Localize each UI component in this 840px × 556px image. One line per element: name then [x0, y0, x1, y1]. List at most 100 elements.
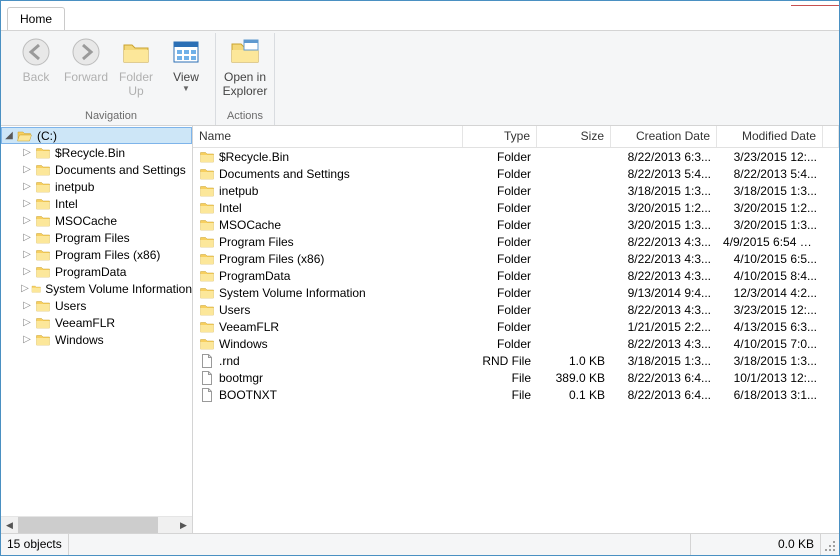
file-modified-date: 4/10/2015 7:0...	[717, 337, 823, 351]
tree-expander-icon[interactable]: ▷	[21, 300, 33, 311]
list-item[interactable]: UsersFolder8/22/2013 4:3...3/23/2015 12:…	[193, 301, 839, 318]
tree-item[interactable]: ▷VeeamFLR	[1, 314, 192, 331]
tree-item[interactable]: ▷MSOCache	[1, 212, 192, 229]
tree-item[interactable]: ▷ProgramData	[1, 263, 192, 280]
tree-item-label: Users	[53, 299, 86, 313]
file-type: Folder	[463, 303, 537, 317]
tree-expander-icon[interactable]: ▷	[21, 334, 33, 345]
file-name: Intel	[219, 201, 242, 215]
file-type: Folder	[463, 269, 537, 283]
scroll-track[interactable]	[18, 517, 175, 533]
file-type: Folder	[463, 201, 537, 215]
file-creation-date: 3/18/2015 1:3...	[611, 184, 717, 198]
file-icon	[199, 387, 215, 403]
file-creation-date: 1/21/2015 2:2...	[611, 320, 717, 334]
file-name: Program Files	[219, 235, 294, 249]
status-object-count: 15 objects	[1, 534, 69, 555]
folder-icon	[199, 200, 215, 216]
list-item[interactable]: System Volume InformationFolder9/13/2014…	[193, 284, 839, 301]
folder-tree[interactable]: ◢(C:) ▷ $Recycle.Bin ▷ Documents and Setting…	[1, 126, 192, 349]
folder-up-button[interactable]: Folder Up	[111, 33, 161, 108]
tree-expander-icon[interactable]: ▷	[21, 164, 33, 175]
tree-expander-icon[interactable]: ▷	[21, 181, 33, 192]
tree-item[interactable]: ▷ Documents and Settings	[1, 161, 192, 178]
tree-expander-icon[interactable]: ▷	[21, 317, 33, 328]
forward-button[interactable]: Forward	[61, 33, 111, 108]
tree-expander-icon[interactable]: ▷	[21, 198, 33, 209]
list-item[interactable]: MSOCacheFolder3/20/2015 1:3...3/20/2015 …	[193, 216, 839, 233]
resize-grip[interactable]	[821, 534, 839, 555]
tree-item-label: Documents and Settings	[53, 163, 186, 177]
folder-icon	[199, 336, 215, 352]
view-button[interactable]: View ▼	[161, 33, 211, 108]
scroll-right-button[interactable]: ▶	[175, 517, 192, 533]
tree-item[interactable]: ▷ System Volume Information	[1, 280, 192, 297]
scroll-thumb[interactable]	[18, 517, 158, 533]
tree-item[interactable]: ▷inetpub	[1, 178, 192, 195]
column-header-modified-date[interactable]: Modified Date	[717, 126, 823, 147]
tree-expander-icon[interactable]: ▷	[21, 147, 33, 158]
column-header-type[interactable]: Type	[463, 126, 537, 147]
tree-root[interactable]: ◢(C:)	[1, 127, 192, 144]
folder-icon	[35, 179, 51, 195]
list-item[interactable]: $Recycle.BinFolder8/22/2013 6:3...3/23/2…	[193, 148, 839, 165]
back-label: Back	[23, 70, 50, 84]
list-item[interactable]: BOOTNXTFile0.1 KB8/22/2013 6:4...6/18/20…	[193, 386, 839, 403]
folder-icon	[199, 302, 215, 318]
tree-expander-icon[interactable]: ▷	[21, 232, 33, 243]
back-button[interactable]: Back	[11, 33, 61, 108]
tree-expander-icon[interactable]: ▷	[21, 249, 33, 260]
tree-item[interactable]: ▷Program Files (x86)	[1, 246, 192, 263]
file-name: .rnd	[219, 354, 240, 368]
list-item[interactable]: inetpubFolder3/18/2015 1:3...3/18/2015 1…	[193, 182, 839, 199]
folder-icon	[35, 145, 51, 161]
status-spacer	[69, 534, 691, 555]
list-item[interactable]: .rndRND File1.0 KB3/18/2015 1:3...3/18/2…	[193, 352, 839, 369]
tree-item[interactable]: ▷Windows	[1, 331, 192, 348]
file-modified-date: 4/13/2015 6:3...	[717, 320, 823, 334]
column-header-size[interactable]: Size	[537, 126, 611, 147]
list-item[interactable]: Documents and SettingsFolder8/22/2013 5:…	[193, 165, 839, 182]
open-in-explorer-label-1: Open in	[224, 70, 266, 84]
file-modified-date: 3/20/2015 1:2...	[717, 201, 823, 215]
tree-item[interactable]: ▷ Users	[1, 297, 192, 314]
tree-expander-icon[interactable]: ▷	[21, 266, 33, 277]
folder-icon	[35, 213, 51, 229]
file-list[interactable]: $Recycle.BinFolder8/22/2013 6:3...3/23/2…	[193, 148, 839, 533]
tree-item-label: Intel	[53, 197, 78, 211]
list-item[interactable]: WindowsFolder8/22/2013 4:3...4/10/2015 7…	[193, 335, 839, 352]
file-name: MSOCache	[219, 218, 281, 232]
tree-expander-icon[interactable]: ◢	[3, 130, 15, 141]
column-header-creation-date[interactable]: Creation Date	[611, 126, 717, 147]
list-item[interactable]: VeeamFLRFolder1/21/2015 2:2...4/13/2015 …	[193, 318, 839, 335]
column-header-name[interactable]: Name	[193, 126, 463, 147]
file-creation-date: 8/22/2013 6:4...	[611, 388, 717, 402]
file-modified-date: 4/9/2015 6:54 PM	[717, 235, 823, 249]
tree-item-label: System Volume Information	[43, 282, 192, 296]
tree-expander-icon[interactable]: ▷	[21, 215, 33, 226]
folder-icon	[199, 285, 215, 301]
list-item[interactable]: ProgramDataFolder8/22/2013 4:3...4/10/20…	[193, 267, 839, 284]
file-size: 0.1 KB	[537, 388, 611, 402]
open-in-explorer-button[interactable]: Open in Explorer	[220, 33, 270, 108]
tab-home[interactable]: Home	[7, 7, 65, 30]
tree-item-label: $Recycle.Bin	[53, 146, 125, 160]
list-item[interactable]: Program FilesFolder8/22/2013 4:3...4/9/2…	[193, 233, 839, 250]
tree-item[interactable]: ▷Program Files	[1, 229, 192, 246]
file-name: System Volume Information	[219, 286, 366, 300]
tree-horizontal-scrollbar[interactable]: ◀ ▶	[1, 516, 192, 533]
file-name: inetpub	[219, 184, 258, 198]
file-modified-date: 4/10/2015 6:5...	[717, 252, 823, 266]
folder-icon	[35, 247, 51, 263]
tree-expander-icon[interactable]: ▷	[21, 283, 29, 294]
folder-icon	[35, 162, 51, 178]
file-creation-date: 3/20/2015 1:2...	[611, 201, 717, 215]
list-item[interactable]: bootmgrFile389.0 KB8/22/2013 6:4...10/1/…	[193, 369, 839, 386]
tree-item[interactable]: ▷ $Recycle.Bin	[1, 144, 192, 161]
list-item[interactable]: Program Files (x86)Folder8/22/2013 4:3..…	[193, 250, 839, 267]
file-type: Folder	[463, 320, 537, 334]
scroll-left-button[interactable]: ◀	[1, 517, 18, 533]
list-item[interactable]: Intel Folder 3/20/2015 1:2...3/20/2015 1:2…	[193, 199, 839, 216]
tree-item[interactable]: ▷ Intel	[1, 195, 192, 212]
file-type: Folder	[463, 167, 537, 181]
